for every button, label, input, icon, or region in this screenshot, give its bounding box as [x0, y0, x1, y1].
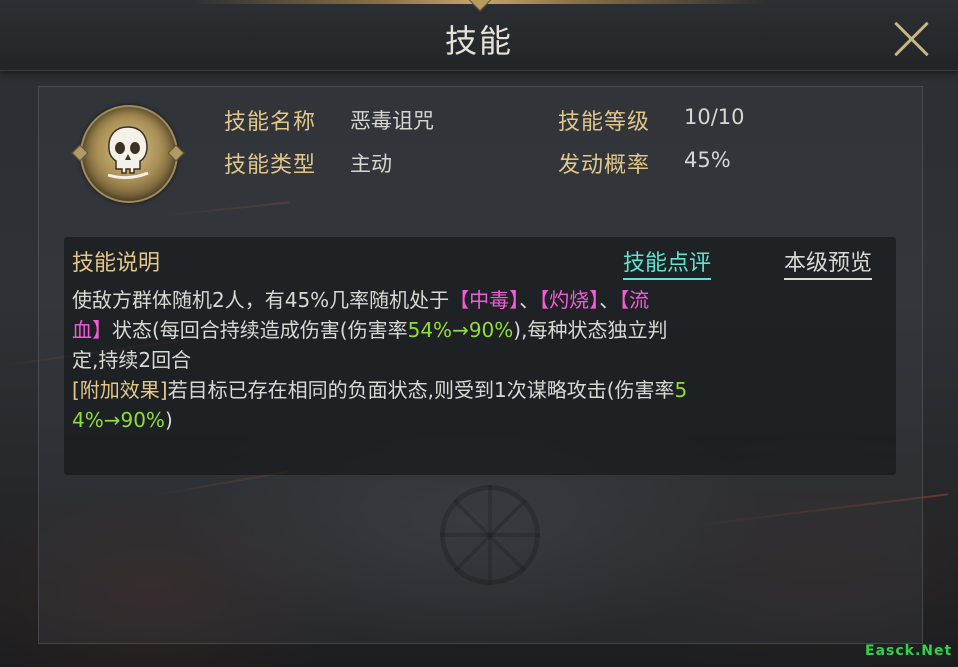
desc-text-segment: 若目标已存在相同的负面状态,则受到1次谋略攻击(伤害率 [167, 378, 675, 402]
skill-name-label: 技能名称 [224, 110, 317, 135]
status-bleed: 血】 [72, 318, 112, 342]
desc-text-segment: ),每种状态独立判 [513, 318, 668, 342]
damage-rate: 54%→90% [407, 318, 514, 342]
skill-name-value: 恶毒诅咒 [350, 109, 434, 133]
skull-icon [107, 126, 149, 180]
status-bleed: 【流 [619, 288, 650, 312]
skill-level-label: 技能等级 [558, 110, 651, 135]
skill-type-label: 技能类型 [224, 153, 317, 178]
description-title: 技能说明 [72, 251, 161, 276]
damage-rate: 4%→90% [72, 408, 165, 432]
skill-type-value: 主动 [350, 152, 392, 176]
status-poison: 【中毒】 [449, 288, 520, 312]
extra-effect-label: [附加效果] [72, 378, 168, 402]
separator: 、 [519, 288, 540, 312]
status-burn: 【灼烧】 [539, 288, 600, 312]
title-bar: 技能 [0, 0, 958, 71]
trigger-rate-value: 45% [684, 148, 731, 172]
description-text: 使敌方群体随机2人，有45%几率随机处于【中毒】、【灼烧】、【流 血】状态(每回… [72, 285, 892, 435]
skill-level-value: 10/10 [684, 105, 745, 129]
desc-text-segment: 使敌方群体随机2人，有45%几率随机处于 [72, 288, 450, 312]
title-diamond-ornament [468, 0, 492, 12]
close-button[interactable] [890, 18, 932, 60]
damage-rate: 5 [674, 378, 688, 402]
desc-text-segment: ) [164, 408, 173, 432]
watermark: Easck.Net [865, 643, 953, 659]
page-title: 技能 [444, 22, 513, 60]
desc-text-segment: 状态(每回合持续造成伤害(伤害率 [112, 318, 408, 342]
level-preview-link[interactable]: 本级预览 [784, 245, 873, 280]
separator: 、 [599, 288, 620, 312]
trigger-rate-label: 发动概率 [558, 153, 651, 178]
desc-text-segment: 定,持续2回合 [72, 348, 192, 372]
skill-review-link[interactable]: 技能点评 [623, 245, 712, 280]
skill-icon [71, 105, 185, 203]
